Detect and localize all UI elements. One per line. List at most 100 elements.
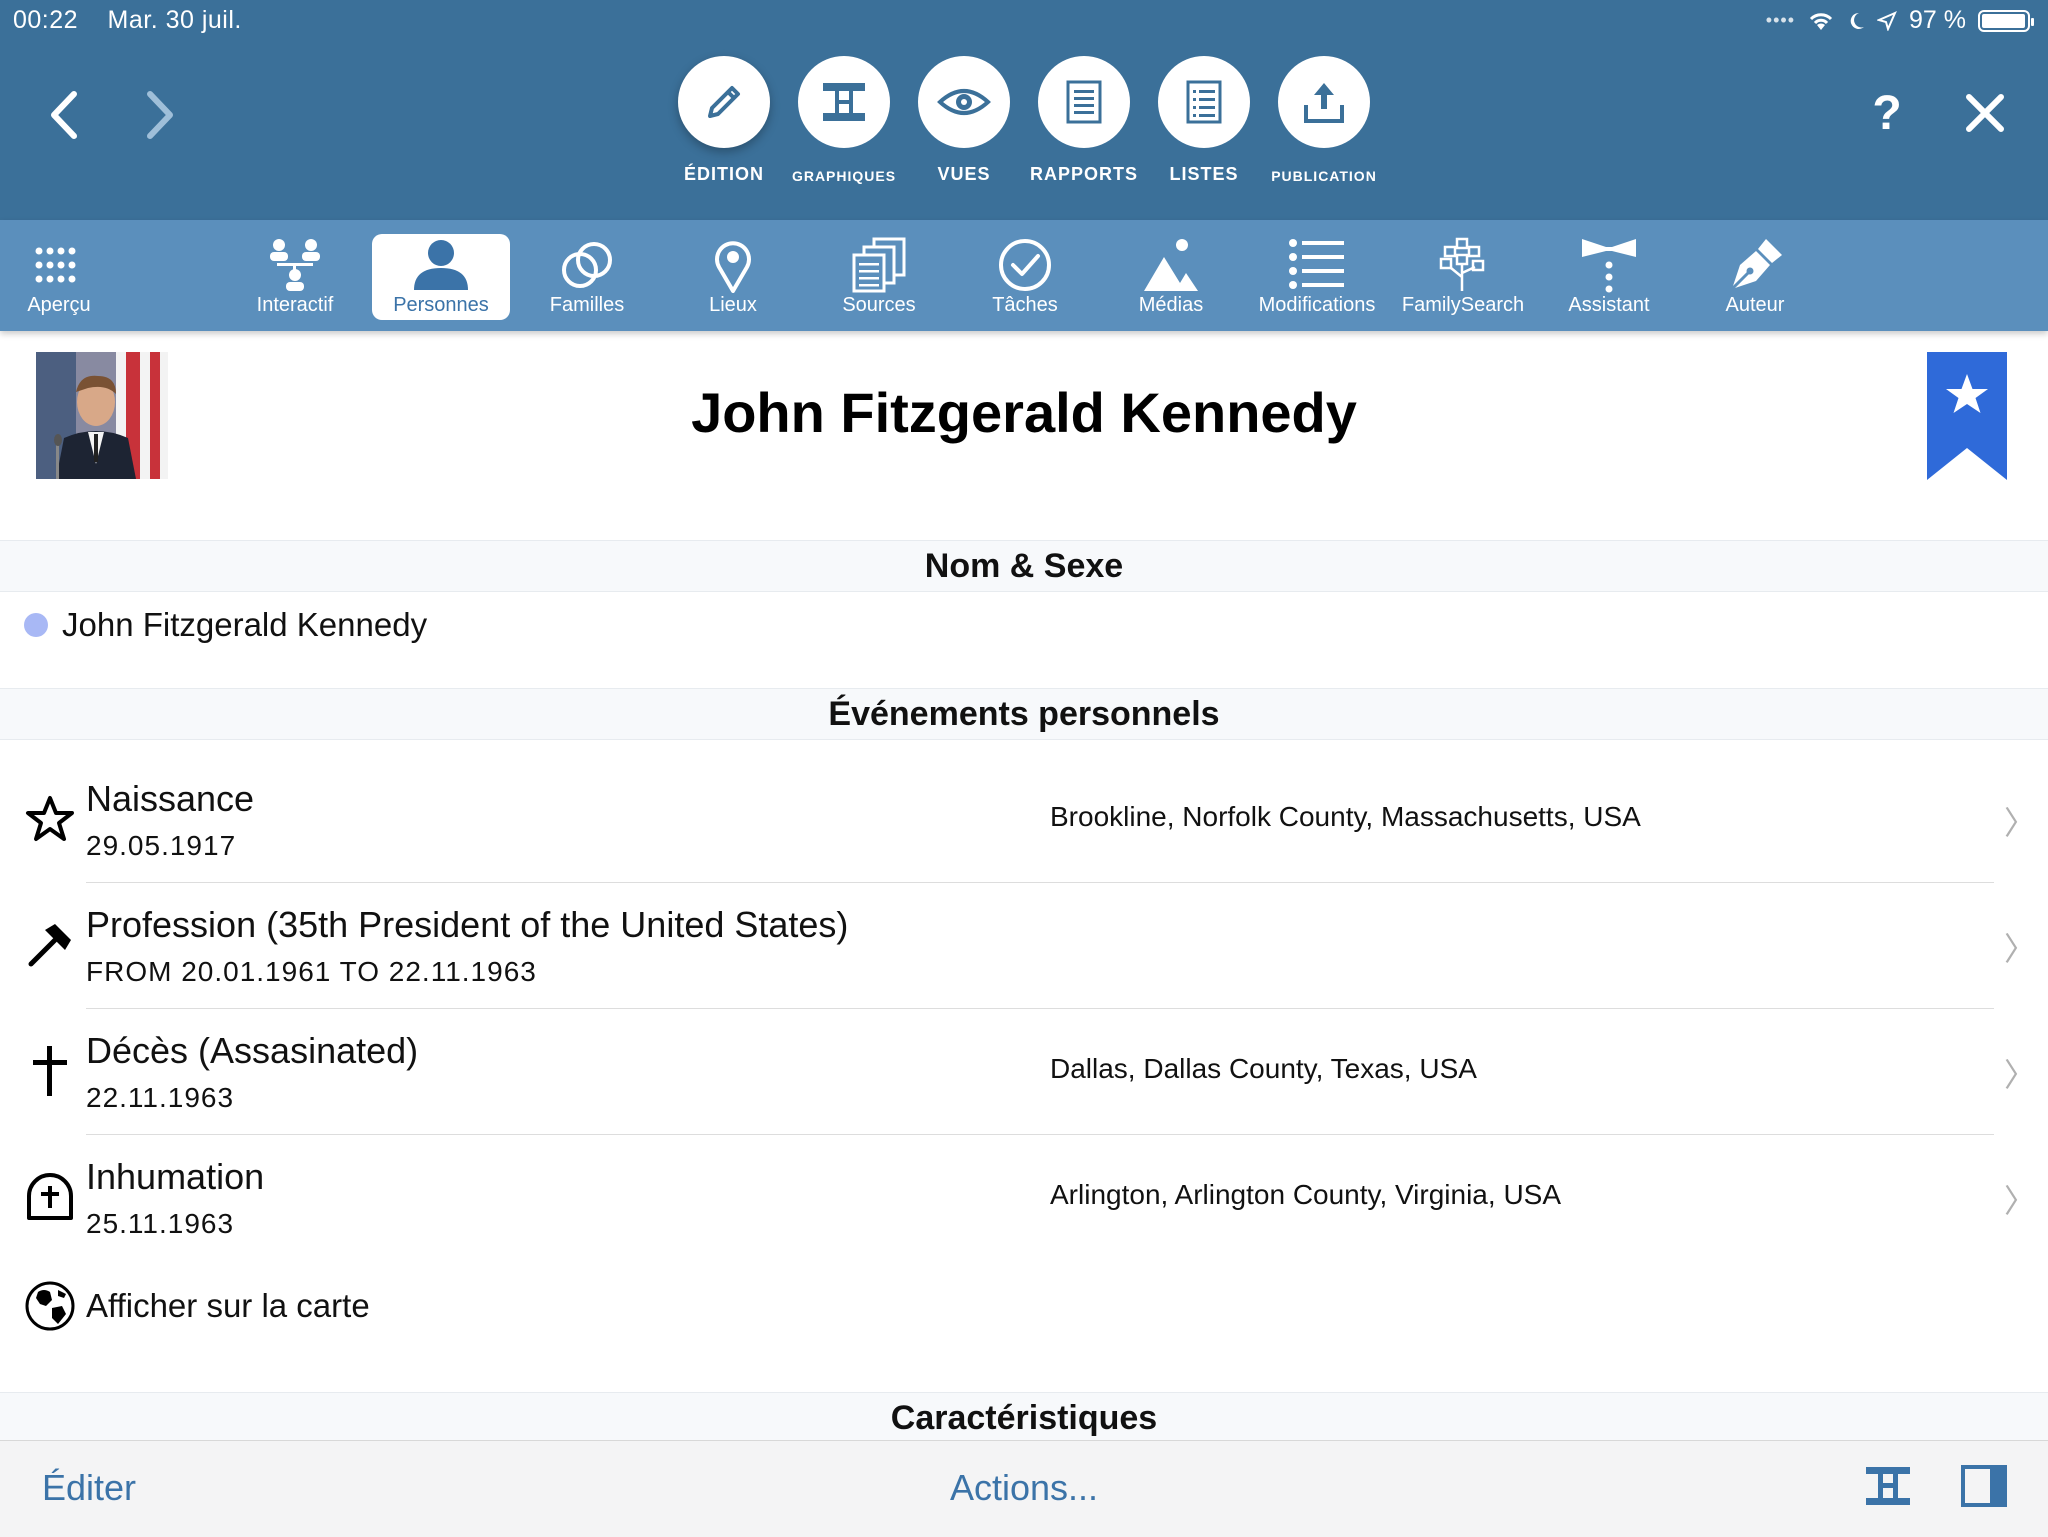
tab-sources-label: Sources — [842, 294, 916, 316]
event-title: Profession (35th President of the United… — [86, 904, 849, 945]
event-date: 29.05.1917 — [86, 830, 237, 861]
chevron-right-icon: 〉 — [2004, 931, 2037, 967]
tab-interactif-label: Interactif — [256, 294, 334, 316]
mode-publication-label: PUBLICATION — [1271, 168, 1377, 184]
tab-familles[interactable]: Familles — [518, 234, 656, 320]
forward-button[interactable] — [126, 80, 196, 150]
event-title: Décès (Assasinated) — [86, 1030, 419, 1071]
bookmark-star-icon — [1927, 352, 2007, 480]
event-row-naissance[interactable]: Naissance 29.05.1917 Brookline, Norfolk … — [0, 756, 2048, 882]
sources-icon — [810, 237, 948, 293]
event-title: Inhumation — [86, 1156, 265, 1197]
event-place: Brookline, Norfolk County, Massachusetts… — [1050, 801, 1641, 832]
upload-icon — [1278, 56, 1370, 148]
event-date: 25.11.1963 — [86, 1208, 235, 1239]
rings-icon — [518, 238, 656, 292]
category-tabs-bar: Aperçu Interactif Personnes Familles Lie… — [0, 220, 2048, 331]
top-toolbar: 00:22 Mar. 30 juil. •••• 97 % ÉDITION GR… — [0, 0, 2048, 220]
pin-icon — [664, 238, 802, 293]
bookmark-button[interactable] — [1927, 352, 2007, 485]
sex-indicator-icon — [24, 613, 48, 637]
grid-icon — [0, 238, 128, 292]
cross-icon — [24, 1045, 76, 1097]
tab-interactif[interactable]: Interactif — [226, 234, 364, 320]
tab-modifications-label: Modifications — [1258, 294, 1376, 316]
mode-listes-label: LISTES — [1169, 164, 1239, 184]
list-lines-icon — [1248, 238, 1386, 292]
section-header-events: Événements personnels — [0, 688, 2048, 740]
tab-personnes[interactable]: Personnes — [372, 234, 510, 320]
event-date: 22.11.1963 — [86, 1082, 235, 1113]
mode-rapports-button[interactable]: RAPPORTS — [1024, 56, 1144, 185]
event-date: FROM 20.01.1961 TO 22.11.1963 — [86, 956, 537, 987]
tree-view-button[interactable] — [1864, 1463, 1912, 1511]
show-on-map-label: Afficher sur la carte — [86, 1287, 370, 1324]
event-row-inhumation[interactable]: Inhumation 25.11.1963 Arlington, Arlingt… — [0, 1134, 2048, 1260]
mode-edition-button[interactable]: ÉDITION — [664, 56, 784, 185]
tab-lieux[interactable]: Lieux — [664, 234, 802, 320]
person-icon — [372, 238, 510, 292]
mode-listes-button[interactable]: LISTES — [1144, 56, 1264, 185]
event-row-profession[interactable]: Profession (35th President of the United… — [0, 882, 2048, 1008]
tab-sources[interactable]: Sources — [810, 234, 948, 320]
bottom-toolbar: Éditer Actions... — [0, 1440, 2048, 1537]
pencil-icon — [678, 56, 770, 148]
event-row-deces[interactable]: Décès (Assasinated) 22.11.1963 Dallas, D… — [0, 1008, 2048, 1134]
mode-edition-label: ÉDITION — [683, 164, 764, 184]
status-bar-right: •••• 97 % — [1765, 6, 2034, 35]
chart-tree-icon — [1866, 1467, 1910, 1505]
tab-familles-label: Familles — [549, 294, 625, 316]
sidebar-toggle-button[interactable] — [1960, 1463, 2008, 1511]
battery-percent: 97 % — [1909, 6, 1966, 34]
tab-lieux-label: Lieux — [709, 294, 757, 316]
mountain-icon — [1102, 238, 1240, 292]
actions-button[interactable]: Actions... — [0, 1467, 2048, 1509]
hammer-icon — [24, 919, 76, 971]
tab-medias[interactable]: Médias — [1102, 234, 1240, 320]
moon-icon — [1850, 12, 1865, 29]
eye-icon — [918, 56, 1010, 148]
event-place: Arlington, Arlington County, Virginia, U… — [1050, 1179, 1562, 1210]
mode-vues-button[interactable]: VUES — [904, 56, 1024, 185]
mode-publication-button[interactable]: PUBLICATION — [1264, 56, 1384, 184]
mode-graphiques-button[interactable]: GRAPHIQUES — [784, 56, 904, 184]
help-icon: ? — [1872, 86, 1902, 140]
person-name-title: John Fitzgerald Kennedy — [691, 381, 1357, 444]
back-button[interactable] — [28, 80, 98, 150]
tab-personnes-label: Personnes — [393, 294, 489, 316]
fountain-pen-icon — [1686, 238, 1824, 292]
status-time: 00:22 — [13, 6, 79, 34]
tab-apercu[interactable]: Aperçu — [0, 234, 128, 320]
tab-familysearch-label: FamilySearch — [1401, 294, 1525, 316]
name-entry-row[interactable]: John Fitzgerald Kennedy — [24, 606, 427, 644]
tab-taches[interactable]: Tâches — [956, 234, 1094, 320]
mode-rapports-label: RAPPORTS — [1029, 164, 1138, 184]
tab-auteur-label: Auteur — [1725, 294, 1785, 316]
interactive-tree-icon — [226, 238, 364, 292]
tab-assistant[interactable]: Assistant — [1540, 234, 1678, 320]
mode-vues-label: VUES — [937, 164, 991, 184]
check-icon — [956, 238, 1094, 292]
tab-taches-label: Tâches — [992, 294, 1058, 316]
battery-icon — [1978, 9, 2034, 32]
tab-modifications[interactable]: Modifications — [1248, 234, 1386, 320]
globe-icon — [25, 1281, 75, 1331]
signal-dots-icon: •••• — [1765, 10, 1796, 30]
status-date: Mar. 30 juil. — [107, 6, 242, 34]
chevron-right-icon: 〉 — [2004, 1183, 2037, 1219]
bowtie-icon — [1540, 238, 1678, 293]
tab-assistant-label: Assistant — [1568, 294, 1650, 316]
tab-familysearch[interactable]: FamilySearch — [1394, 234, 1532, 320]
event-title: Naissance — [86, 778, 255, 819]
section-header-characteristics: Caractéristiques — [0, 1392, 2048, 1444]
chevron-right-icon — [147, 91, 173, 139]
close-button[interactable] — [1950, 78, 2020, 148]
grave-icon — [24, 1171, 76, 1223]
tab-auteur[interactable]: Auteur — [1686, 234, 1824, 320]
help-button[interactable]: ? — [1852, 78, 1922, 148]
chevron-left-icon — [51, 91, 77, 139]
star-icon — [24, 793, 76, 845]
list-icon — [1158, 56, 1250, 148]
location-arrow-icon — [1877, 10, 1897, 31]
show-on-map-button[interactable]: Afficher sur la carte — [24, 1280, 370, 1332]
